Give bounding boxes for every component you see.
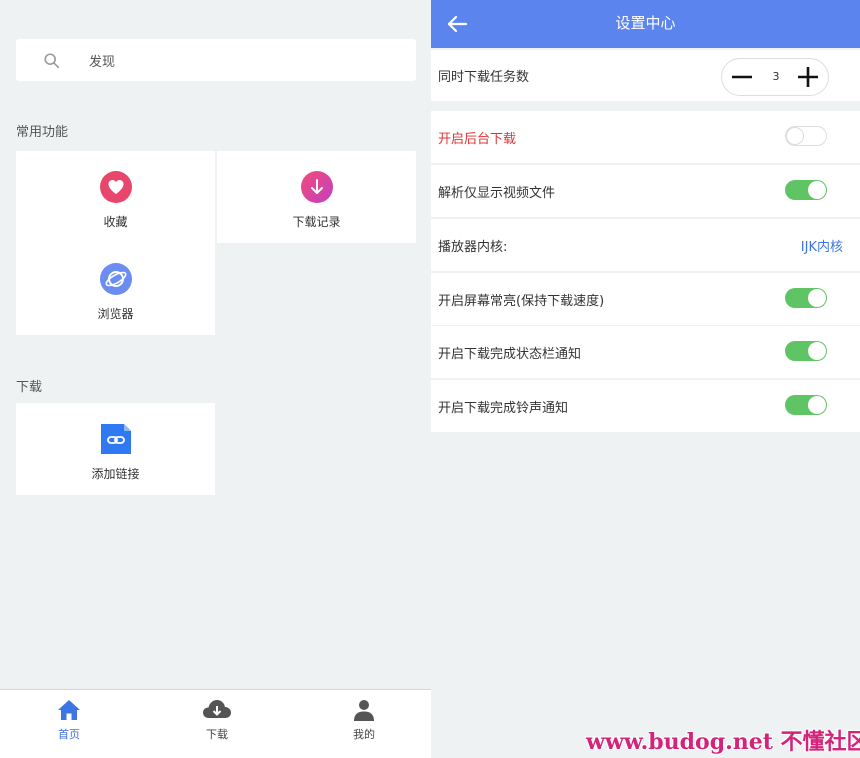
- setting-row-ring-notify: 开启下载完成铃声通知: [431, 380, 860, 432]
- setting-label: 解析仅显示视频文件: [438, 186, 556, 201]
- link-file-icon: [100, 423, 132, 455]
- tab-home[interactable]: 首页: [9, 690, 129, 758]
- download-arrow-icon: [301, 171, 333, 203]
- setting-row-keep-screen-on: 开启屏幕常亮(保持下载速度): [431, 273, 860, 325]
- stepper-value[interactable]: 3: [766, 70, 786, 83]
- cloud-download-icon: [203, 700, 231, 718]
- keep-screen-on-toggle[interactable]: [785, 288, 827, 308]
- tab-download[interactable]: 下载: [157, 690, 277, 758]
- plus-button[interactable]: [796, 65, 820, 89]
- toggle-knob: [786, 127, 804, 145]
- settings-header: 设置中心: [431, 0, 860, 48]
- toggle-knob: [808, 342, 826, 360]
- tile-label: 下载记录: [292, 215, 341, 229]
- minus-button[interactable]: [730, 65, 754, 89]
- tile-download-history[interactable]: 下载记录: [217, 151, 416, 243]
- tile-label: 添加链接: [91, 467, 140, 481]
- section-title-download: 下载: [16, 380, 43, 395]
- tile-label: 收藏: [103, 215, 128, 229]
- home-icon: [58, 700, 80, 720]
- toggle-knob: [808, 396, 826, 414]
- bottom-tab-bar: 首页 下载 我的: [0, 689, 431, 758]
- toggle-knob: [808, 181, 826, 199]
- tab-mine[interactable]: 我的: [304, 690, 424, 758]
- player-core-value[interactable]: IJK内核: [801, 236, 843, 255]
- tab-label: 我的: [353, 728, 375, 741]
- screenshot-root: 发现 常用功能 收藏 下载记录 浏览器 下载 添加链接 首页 下载 我的 设置中…: [0, 0, 860, 758]
- search-placeholder: 发现: [89, 55, 116, 70]
- setting-label: 播放器内核:: [438, 240, 508, 255]
- tile-add-link[interactable]: 添加链接: [16, 403, 215, 495]
- search-icon: [44, 53, 60, 69]
- user-icon: [354, 700, 374, 721]
- tab-label: 首页: [58, 728, 80, 741]
- search-bar[interactable]: 发现: [16, 39, 416, 81]
- setting-label: 开启屏幕常亮(保持下载速度): [438, 294, 605, 309]
- tile-favorites[interactable]: 收藏: [16, 151, 215, 243]
- tile-browser[interactable]: 浏览器: [16, 243, 215, 335]
- setting-label: 开启下载完成铃声通知: [438, 401, 569, 416]
- heart-icon: [100, 171, 132, 203]
- setting-row-background-download: 开启后台下载: [431, 111, 860, 163]
- setting-label: 同时下载任务数: [438, 70, 530, 85]
- planet-icon: [100, 263, 132, 295]
- ring-notify-toggle[interactable]: [785, 395, 827, 415]
- setting-label: 开启下载完成状态栏通知: [438, 347, 582, 362]
- setting-row-player-core[interactable]: 播放器内核: IJK内核: [431, 219, 860, 271]
- setting-row-status-notify: 开启下载完成状态栏通知: [431, 326, 860, 378]
- section-title-common: 常用功能: [16, 125, 69, 140]
- page-title: 设置中心: [615, 14, 676, 32]
- tile-label: 浏览器: [97, 307, 134, 321]
- setting-row-video-only: 解析仅显示视频文件: [431, 165, 860, 217]
- toggle-knob: [808, 289, 826, 307]
- video-only-toggle[interactable]: [785, 180, 827, 200]
- background-download-toggle[interactable]: [785, 126, 827, 146]
- tab-label: 下载: [206, 728, 228, 741]
- setting-row-concurrent: 同时下载任务数 3: [431, 50, 860, 101]
- watermark-text: www.budog.net 不懂社区: [586, 729, 860, 755]
- home-screen: 发现 常用功能 收藏 下载记录 浏览器 下载 添加链接 首页 下载 我的: [0, 0, 431, 758]
- status-notify-toggle[interactable]: [785, 341, 827, 361]
- setting-label: 开启后台下载: [438, 132, 517, 147]
- quantity-stepper: 3: [721, 58, 829, 96]
- settings-screen: 设置中心 同时下载任务数 3 开启后台下载 解析仅显示视频文件 播放器内核: I…: [431, 0, 860, 758]
